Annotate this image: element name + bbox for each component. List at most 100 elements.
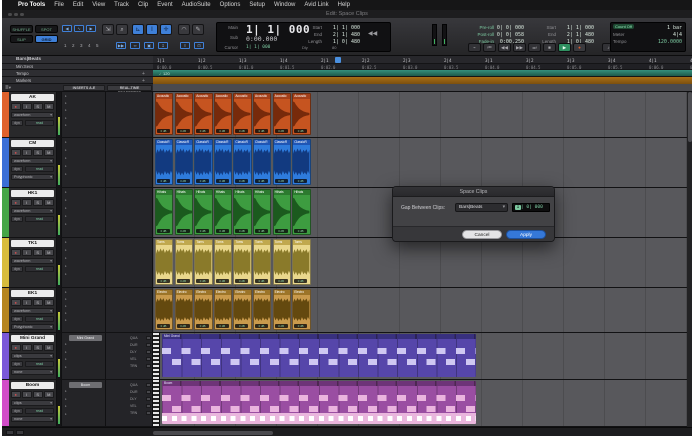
dyn-button[interactable]: dyn <box>11 166 23 172</box>
patch-selector[interactable]: none▾ <box>11 416 54 422</box>
gap-units-dropdown[interactable]: Bars|Beats ▾ <box>455 203 508 212</box>
record-enable-button[interactable]: ● <box>11 199 21 206</box>
dialog-title[interactable]: Space Clips <box>393 187 554 197</box>
insert-slot-empty[interactable]: ▸ <box>65 290 67 294</box>
audio-clip[interactable]: ClassicR0 dB <box>214 139 232 185</box>
insert-slot-a[interactable]: Mini Grand <box>69 335 102 341</box>
menu-item-options[interactable]: Options <box>220 2 241 8</box>
audio-clip[interactable]: Acoustic0 dB <box>175 93 193 135</box>
solo-button[interactable]: S <box>33 391 43 398</box>
audio-clip[interactable]: ClassicR0 dB <box>253 139 271 185</box>
track-view-selector[interactable]: waveform▾ <box>11 308 54 314</box>
sel-start-value[interactable]: 1| 1| 000 <box>326 25 360 31</box>
rtp-toggle-vel[interactable] <box>146 404 151 408</box>
midi-clip[interactable]: Mini Grand <box>162 334 476 377</box>
track-view-selector[interactable]: waveform▾ <box>11 258 54 264</box>
horizontal-scrollbar[interactable] <box>2 427 692 436</box>
input-monitor-button[interactable]: I <box>22 149 32 156</box>
clip-gain-badge[interactable]: 0 dB <box>177 179 190 183</box>
fast-forward-button[interactable]: ▶▶ <box>513 43 526 52</box>
automation-mode-selector[interactable]: read <box>25 216 54 222</box>
clip-gain-badge[interactable]: 0 dB <box>294 229 307 233</box>
midi-clip[interactable]: Boom <box>162 381 476 424</box>
mute-button[interactable]: M <box>44 199 54 206</box>
mute-button[interactable]: M <box>44 249 54 256</box>
insert-slot-empty[interactable]: ▸ <box>65 172 67 176</box>
clip-gain-badge[interactable]: 0 dB <box>235 129 248 133</box>
audio-clip[interactable]: Acoustic0 dB <box>273 93 291 135</box>
sel-end-value[interactable]: 2| 1| 480 <box>326 32 360 38</box>
audio-clip[interactable]: Electro0 dB <box>253 289 271 330</box>
clip-gain-badge[interactable]: 0 dB <box>255 229 268 233</box>
menu-item-audiosuite[interactable]: AudioSuite <box>182 2 211 8</box>
rtp-toggle-dur[interactable] <box>146 390 151 394</box>
mute-button[interactable]: M <box>44 344 54 351</box>
clip-gain-badge[interactable]: 0 dB <box>255 324 268 328</box>
track-lane[interactable]: ClassicR0 dBClassicR0 dBClassicR0 dBClas… <box>153 138 692 187</box>
dyn-button[interactable]: dyn <box>11 316 23 322</box>
audio-clip[interactable]: Toms0 dB <box>233 239 251 285</box>
clip-gain-badge[interactable]: 0 dB <box>216 324 229 328</box>
menu-item-edit[interactable]: Edit <box>73 2 83 8</box>
insert-slot-empty[interactable]: ▸ <box>65 404 67 408</box>
audio-clip[interactable]: Toms0 dB <box>253 239 271 285</box>
clip-gain-badge[interactable]: 0 dB <box>196 324 209 328</box>
clip-gain-badge[interactable]: 0 dB <box>216 129 229 133</box>
audio-clip[interactable]: ClassicR0 dB <box>273 139 291 185</box>
clip-gain-badge[interactable]: 0 dB <box>216 279 229 283</box>
menu-item-view[interactable]: View <box>92 2 105 8</box>
audio-clip[interactable]: Hihats0 dB <box>273 189 291 235</box>
input-monitor-button[interactable]: I <box>22 249 32 256</box>
elastic-audio-selector[interactable]: Polyphonic▾ <box>11 324 54 330</box>
bars-beats-ruler[interactable]: 1|11|21|31|42|12|22|32|43|13|23|33|44|14… <box>153 56 692 64</box>
track-color-strip[interactable] <box>2 238 9 287</box>
insert-slot-empty[interactable]: ▸ <box>65 311 67 315</box>
track-view-selector[interactable]: waveform▾ <box>11 208 54 214</box>
rtp-toggle-trn[interactable] <box>146 364 151 368</box>
track-color-strip[interactable] <box>2 333 9 379</box>
track-color-strip[interactable] <box>2 138 9 187</box>
insertion-follows-button[interactable]: ↧ <box>158 42 168 49</box>
track-view-selector[interactable]: clips▾ <box>11 353 54 359</box>
clip-gain-badge[interactable]: 0 dB <box>177 229 190 233</box>
audio-clip[interactable]: Toms0 dB <box>214 239 232 285</box>
insert-slot-empty[interactable]: ▸ <box>65 412 67 416</box>
clip-gain-badge[interactable]: 0 dB <box>216 179 229 183</box>
solo-button[interactable]: S <box>33 103 43 110</box>
audio-clip[interactable]: Acoustic0 dB <box>194 93 212 135</box>
edit-mode-shuffle[interactable]: SHUFFLE <box>10 25 33 33</box>
record-enable-button[interactable]: ● <box>11 299 21 306</box>
track-lane[interactable]: Boom <box>153 380 692 426</box>
cancel-button[interactable]: Cancel <box>462 230 502 239</box>
menu-item-avid-link[interactable]: Avid Link <box>304 2 328 8</box>
track-view-selector[interactable]: waveform▾ <box>11 158 54 164</box>
clip-gain-badge[interactable]: 0 dB <box>294 179 307 183</box>
clip-gain-badge[interactable]: 0 dB <box>157 179 170 183</box>
automation-mode-selector[interactable]: read <box>25 266 54 272</box>
menu-item-setup[interactable]: Setup <box>249 2 265 8</box>
clip-gain-badge[interactable]: 0 dB <box>275 229 288 233</box>
menu-item-event[interactable]: Event <box>157 2 172 8</box>
return-to-zero-button[interactable]: ⏮ <box>483 43 496 52</box>
audio-clip[interactable]: Hihats0 dB <box>253 189 271 235</box>
insert-slot-empty[interactable]: ▸ <box>65 140 67 144</box>
audio-clip[interactable]: Hihats0 dB <box>214 189 232 235</box>
track-name[interactable]: EK1 <box>11 290 54 297</box>
audio-clip[interactable]: Hihats0 dB <box>292 189 310 235</box>
arrow-markers-icon[interactable]: ◀◀ <box>368 30 377 37</box>
insert-slot-empty[interactable]: ▸ <box>65 156 67 160</box>
track-lane[interactable]: Toms0 dBToms0 dBToms0 dBToms0 dBToms0 dB… <box>153 238 692 287</box>
insert-slot-empty[interactable]: ▸ <box>65 108 67 112</box>
vertical-scrollbar[interactable] <box>687 92 692 427</box>
zoom-toggle-icon[interactable]: ⇲ <box>102 24 114 35</box>
audio-clip[interactable]: Toms0 dB <box>292 239 310 285</box>
menu-item-help[interactable]: Help <box>338 2 350 8</box>
solo-button[interactable]: S <box>33 149 43 156</box>
solo-button[interactable]: S <box>33 299 43 306</box>
insert-slot-empty[interactable]: ▸ <box>65 116 67 120</box>
audio-clip[interactable]: Acoustic0 dB <box>233 93 251 135</box>
ruler-name-tempo[interactable]: Tempo <box>2 70 153 77</box>
track-lane[interactable]: Electro0 dBElectro0 dBElectro0 dBElectro… <box>153 288 692 332</box>
dyn-button[interactable]: dyn <box>11 266 23 272</box>
solo-button[interactable]: S <box>33 249 43 256</box>
